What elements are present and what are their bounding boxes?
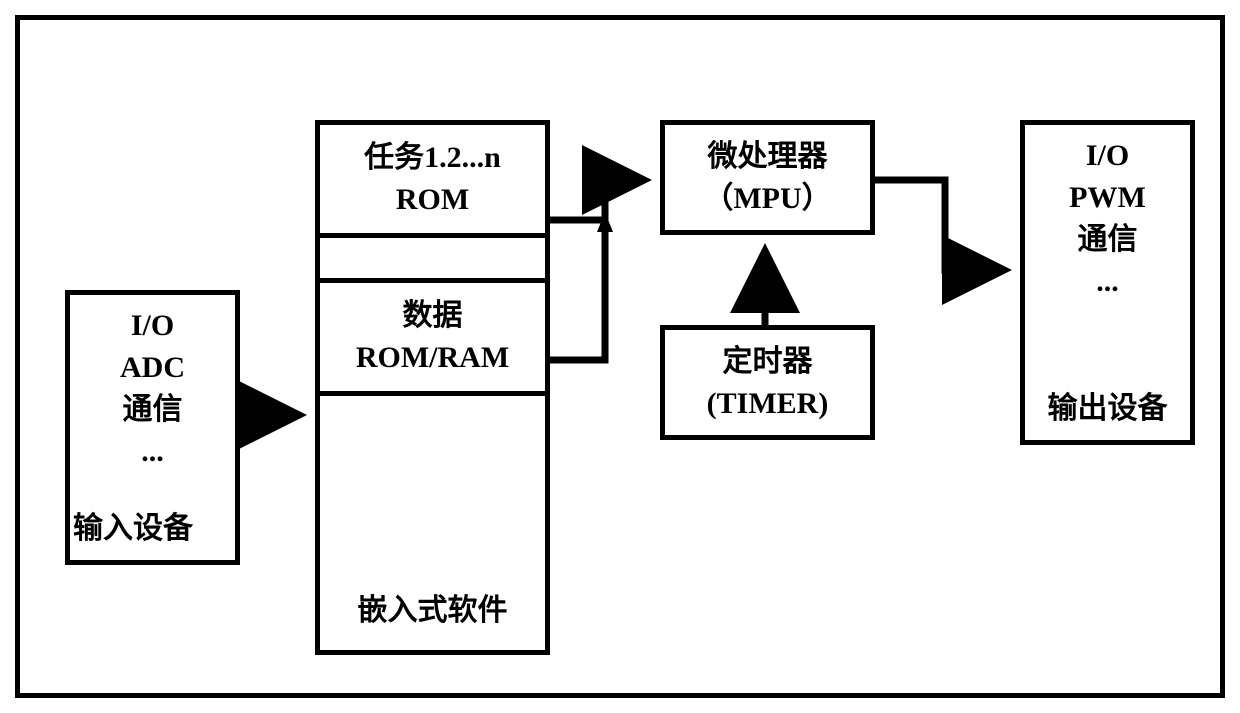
diagram-frame: I/O ADC 通信 ... 输入设备 任务1.2...n ROM 数据 ROM… [15,15,1225,698]
tasks-rom-section: 任务1.2...n ROM [320,125,545,238]
software-label-section: 嵌入式软件 [320,396,545,650]
output-ellipsis-label: ... [1096,261,1119,303]
output-device-box: I/O PWM 通信 ... 输出设备 [1020,120,1195,445]
input-io-label: I/O [131,305,174,347]
input-adc-label: ADC [120,347,185,389]
output-io-label: I/O [1086,135,1129,177]
embedded-software-box: 任务1.2...n ROM 数据 ROM/RAM 嵌入式软件 [315,120,550,655]
input-ellipsis-label: ... [141,431,164,473]
timer-label-1: 定时器 [723,341,813,383]
data-label: 数据 [325,295,540,337]
timer-label-2: (TIMER) [707,383,829,425]
mpu-label-1: 微处理器 [708,136,828,178]
rom-ram-label: ROM/RAM [325,337,540,379]
mpu-label-2: （MPU） [703,178,831,220]
arrow-mpu-to-output [875,160,1035,305]
output-device-label: 输出设备 [1048,388,1168,430]
input-comm-label: 通信 [123,389,183,431]
tasks-label: 任务1.2...n [325,137,540,179]
output-pwm-label: PWM [1069,177,1146,219]
timer-box: 定时器 (TIMER) [660,325,875,440]
input-device-label: 输入设备 [73,508,193,550]
tasks-rom-label: ROM [325,179,540,221]
arrow-input-to-software [240,395,320,440]
software-gap [320,238,545,283]
output-comm-label: 通信 [1078,219,1138,261]
arrow-software-to-mpu [550,160,670,375]
input-device-box: I/O ADC 通信 ... 输入设备 [65,290,240,565]
embedded-software-label: 嵌入式软件 [358,590,508,632]
data-rom-ram-section: 数据 ROM/RAM [320,283,545,396]
mpu-box: 微处理器 （MPU） [660,120,875,235]
